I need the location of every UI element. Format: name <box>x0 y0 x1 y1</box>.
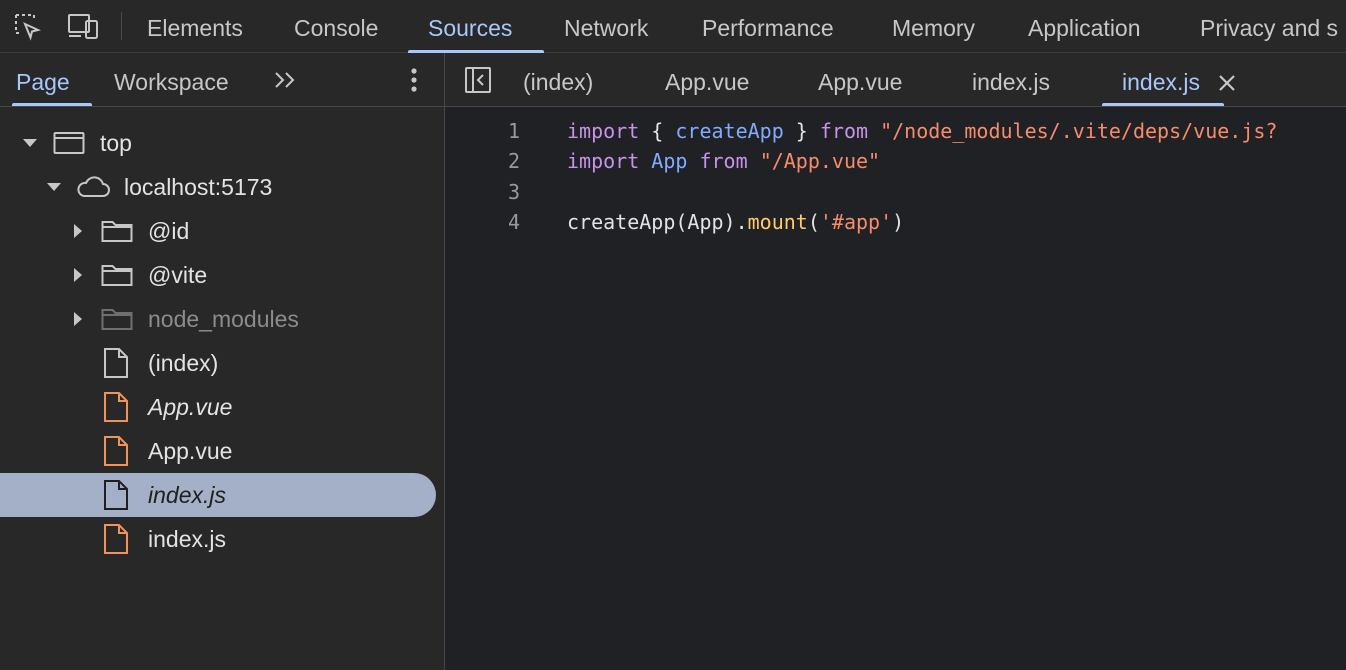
tree-item-label: @id <box>148 218 190 244</box>
navigator-pane: Page Workspace top localhost:5173 @id @v… <box>0 53 445 670</box>
frame-icon <box>52 121 86 165</box>
code-token: "/node_modules/.vite/deps/vue.js? <box>880 119 1278 143</box>
code-token: createApp <box>675 119 784 143</box>
collapsed-triangle-icon[interactable] <box>68 253 88 297</box>
file-tab-index-js-active[interactable]: index.js <box>1102 53 1224 106</box>
code-token: from <box>819 119 869 143</box>
code-token: "/App.vue" <box>759 149 881 173</box>
main-toolbar: Elements Console Sources Network Perform… <box>0 0 1346 53</box>
file-icon <box>102 517 130 561</box>
code-token: ) <box>892 210 905 234</box>
toggle-navigator-icon[interactable] <box>461 65 495 95</box>
code-token: { <box>639 119 676 143</box>
tree-item-folder-node-modules[interactable]: node_modules <box>0 297 436 341</box>
line-number: 3 <box>507 180 520 204</box>
code-token: createApp(App). <box>567 210 748 234</box>
tab-memory[interactable]: Memory <box>872 0 995 53</box>
folder-icon <box>100 297 134 341</box>
code-line-2[interactable]: import App from "/App.vue" <box>567 146 880 176</box>
tree-item-localhost[interactable]: localhost:5173 <box>0 165 436 209</box>
file-icon <box>102 429 130 473</box>
tree-item-label: node_modules <box>148 306 299 332</box>
tree-item-file-index-js-selected[interactable]: index.js <box>0 473 436 517</box>
tree-item-label: index.js <box>148 482 226 508</box>
file-tab-index[interactable]: (index) <box>523 53 593 106</box>
device-toolbar-icon[interactable] <box>66 10 100 44</box>
kebab-menu-icon[interactable] <box>400 65 428 95</box>
tab-page[interactable]: Page <box>12 53 92 106</box>
file-icon <box>102 341 130 385</box>
collapsed-triangle-icon[interactable] <box>68 297 88 341</box>
close-icon[interactable] <box>1216 70 1238 96</box>
expanded-triangle-icon[interactable] <box>20 121 40 165</box>
tree-item-label: App.vue <box>148 438 233 464</box>
file-icon <box>102 385 130 429</box>
file-tab-index-js[interactable]: index.js <box>972 53 1050 106</box>
tab-elements[interactable]: Elements <box>127 0 263 53</box>
code-token: mount <box>747 210 808 234</box>
expanded-triangle-icon[interactable] <box>44 165 64 209</box>
code-token: import <box>567 119 640 143</box>
tree-item-label: top <box>100 130 132 156</box>
editor-tabbar: (index) App.vue App.vue index.js index.j… <box>445 53 1346 107</box>
tab-application[interactable]: Application <box>1008 0 1161 53</box>
code-token: from <box>699 149 748 173</box>
cloud-icon <box>74 165 112 209</box>
toolbar-divider <box>121 12 122 40</box>
tree-item-label: @vite <box>148 262 208 288</box>
collapsed-triangle-icon[interactable] <box>68 209 88 253</box>
code-token: } <box>783 119 820 143</box>
tab-sources[interactable]: Sources <box>408 0 544 53</box>
line-number: 1 <box>507 119 520 143</box>
code-line-4[interactable]: createApp(App).mount('#app') <box>567 207 904 237</box>
code-token: ( <box>807 210 820 234</box>
tree-item-label: index.js <box>148 526 226 552</box>
chevron-double-right-icon[interactable] <box>268 65 302 95</box>
code-line-1[interactable]: import { createApp } from "/node_modules… <box>567 116 1346 146</box>
file-tab-app-vue[interactable]: App.vue <box>665 53 749 106</box>
tree-item-label: (index) <box>148 350 219 376</box>
tree-item-label: App.vue <box>148 394 233 420</box>
file-tab-app-vue[interactable]: App.vue <box>818 53 902 106</box>
tree-item-label: localhost:5173 <box>124 174 273 200</box>
line-number: 2 <box>507 149 520 173</box>
code-token: '#app' <box>819 210 893 234</box>
tree-item-folder-id[interactable]: @id <box>0 209 436 253</box>
tab-console[interactable]: Console <box>274 0 398 53</box>
inspect-element-icon[interactable] <box>11 10 45 44</box>
folder-icon <box>100 253 134 297</box>
code-token: import <box>567 149 640 173</box>
tab-network[interactable]: Network <box>544 0 668 53</box>
code-token: App <box>651 149 688 173</box>
tab-workspace[interactable]: Workspace <box>114 53 229 106</box>
tree-item-file-index[interactable]: (index) <box>0 341 436 385</box>
tree-item-file-app-vue[interactable]: App.vue <box>0 385 436 429</box>
line-number: 4 <box>507 210 520 234</box>
navigator-tabbar: Page Workspace <box>0 53 444 107</box>
tree-item-file-index-js[interactable]: index.js <box>0 517 436 561</box>
file-icon <box>102 473 130 517</box>
tab-privacy-and-security[interactable]: Privacy and s <box>1180 0 1346 53</box>
tree-item-file-app-vue[interactable]: App.vue <box>0 429 436 473</box>
tree-item-top[interactable]: top <box>0 121 436 165</box>
tree-item-folder-vite[interactable]: @vite <box>0 253 436 297</box>
folder-icon <box>100 209 134 253</box>
tab-performance[interactable]: Performance <box>682 0 854 53</box>
